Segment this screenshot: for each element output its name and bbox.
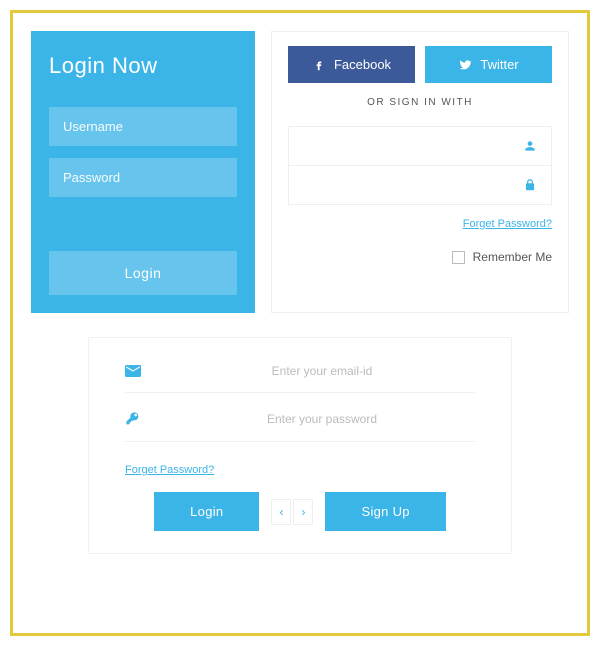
facebook-label: Facebook bbox=[334, 57, 391, 72]
user-icon bbox=[523, 139, 537, 153]
password-input-bottom[interactable] bbox=[169, 412, 475, 426]
or-sign-in-label: OR SIGN IN WITH bbox=[288, 97, 552, 108]
remember-checkbox[interactable] bbox=[452, 251, 465, 264]
nav-arrows: ‹ › bbox=[271, 499, 313, 525]
facebook-button[interactable]: Facebook bbox=[288, 46, 415, 83]
login-panel-blue: Login Now Login bbox=[31, 31, 255, 313]
username-input[interactable] bbox=[49, 107, 237, 146]
twitter-button[interactable]: Twitter bbox=[425, 46, 552, 83]
facebook-icon bbox=[312, 58, 326, 72]
signup-button[interactable]: Sign Up bbox=[325, 492, 445, 531]
login-panel-bottom: Forget Password? Login ‹ › Sign Up bbox=[88, 337, 512, 554]
mail-icon bbox=[125, 365, 141, 377]
twitter-icon bbox=[458, 58, 472, 72]
lock-icon bbox=[523, 178, 537, 192]
email-input-row bbox=[125, 364, 475, 393]
top-row: Login Now Login Facebook Twitter OR SIGN… bbox=[31, 31, 569, 313]
bottom-button-row: Login ‹ › Sign Up bbox=[125, 492, 475, 531]
password-row-alt[interactable] bbox=[288, 165, 552, 205]
login-button-bottom[interactable]: Login bbox=[154, 492, 259, 531]
prev-button[interactable]: ‹ bbox=[271, 499, 291, 525]
remember-me-row[interactable]: Remember Me bbox=[288, 250, 552, 264]
social-buttons-row: Facebook Twitter bbox=[288, 46, 552, 83]
password-input[interactable] bbox=[49, 158, 237, 197]
login-title: Login Now bbox=[49, 53, 237, 79]
next-button[interactable]: › bbox=[293, 499, 313, 525]
twitter-label: Twitter bbox=[480, 57, 518, 72]
username-row-alt[interactable] bbox=[288, 126, 552, 166]
password-input-row-bottom bbox=[125, 411, 475, 442]
app-frame: Login Now Login Facebook Twitter OR SIGN… bbox=[10, 10, 590, 636]
forgot-password-link[interactable]: Forget Password? bbox=[288, 218, 552, 230]
social-login-panel: Facebook Twitter OR SIGN IN WITH Forget … bbox=[271, 31, 569, 313]
key-icon bbox=[125, 411, 141, 427]
login-button[interactable]: Login bbox=[49, 251, 237, 295]
remember-label: Remember Me bbox=[473, 250, 552, 264]
forgot-password-link-bottom[interactable]: Forget Password? bbox=[125, 464, 214, 476]
email-input[interactable] bbox=[169, 364, 475, 378]
